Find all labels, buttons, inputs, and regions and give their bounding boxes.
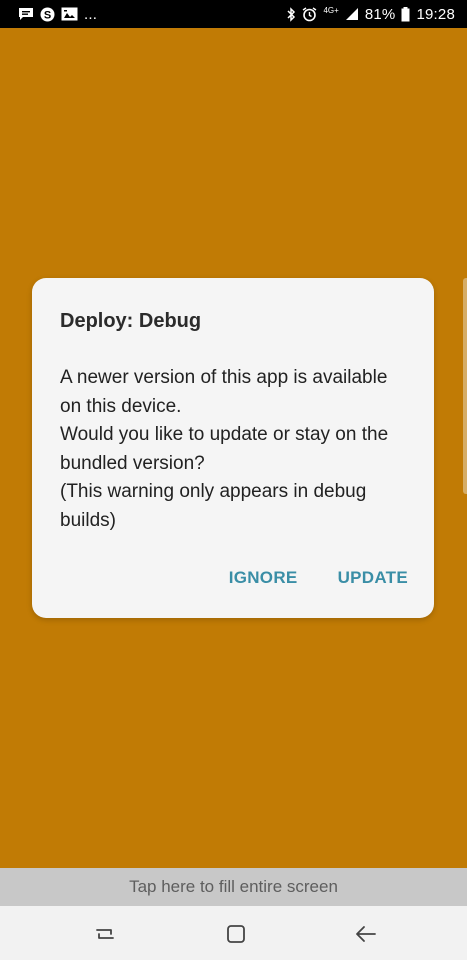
bluetooth-icon (287, 6, 296, 22)
dialog-title: Deploy: Debug (60, 310, 202, 332)
dialog-message-line: on this device. (60, 395, 182, 417)
status-bar-left: S ... (18, 6, 97, 23)
overflow-indicator: ... (84, 5, 98, 23)
svg-text:S: S (44, 9, 51, 21)
dialog-message-line: builds) (60, 509, 116, 531)
dialog-message: A newer version of this app is available… (60, 364, 420, 535)
recents-icon[interactable] (91, 920, 119, 948)
status-bar-right: 4G+ 81% 19:28 (287, 6, 455, 23)
back-icon[interactable] (352, 920, 380, 948)
navigation-bar (0, 906, 467, 960)
update-button[interactable]: UPDATE (338, 568, 408, 588)
dialog-message-line: (This warning only appears in debug (60, 481, 367, 502)
clock: 19:28 (416, 5, 455, 23)
skype-icon: S (40, 7, 55, 22)
network-type: 4G+ (323, 6, 339, 15)
alert-dialog: Deploy: Debug A newer version of this ap… (32, 278, 434, 618)
signal-icon (345, 7, 359, 21)
battery-icon (401, 6, 410, 22)
edge-panel-handle[interactable] (463, 278, 467, 494)
ignore-button[interactable]: IGNORE (229, 568, 298, 588)
status-bar: S ... 4G+ 81% 19:28 (0, 0, 467, 28)
alarm-icon (302, 6, 317, 22)
dialog-message-line: bundled version? (60, 452, 205, 474)
gallery-icon (61, 7, 78, 21)
home-icon[interactable] (222, 920, 250, 948)
dialog-actions: IGNORE UPDATE (229, 568, 408, 588)
battery-percent: 81% (364, 5, 396, 23)
dialog-message-line: A newer version of this app is available (60, 367, 388, 388)
message-icon (18, 7, 34, 21)
fill-screen-bar[interactable]: Tap here to fill entire screen (0, 868, 467, 906)
dialog-message-line: Would you like to update or stay on the (60, 424, 389, 445)
